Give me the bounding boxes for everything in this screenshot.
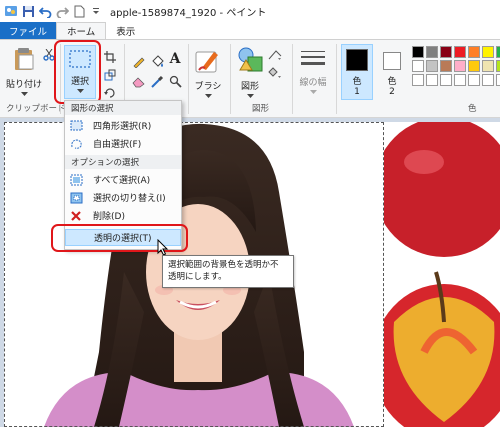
tooltip: 選択範囲の背景色を透明か不 透明にします。 — [162, 255, 294, 288]
menu-item-invert-selection[interactable]: 選択の切り替え(I) — [65, 189, 181, 206]
paint-app-icon — [4, 4, 18, 18]
brush-label: ブラシ — [194, 82, 222, 92]
shapes-group-label: 図形 — [252, 104, 270, 114]
palette-swatch[interactable] — [496, 74, 500, 86]
menu-item-rect-select[interactable]: 四角形選択(R) — [65, 117, 181, 134]
divider — [336, 44, 337, 114]
window-title: apple-1589874_1920 - ペイント — [110, 7, 267, 19]
divider — [292, 44, 293, 114]
menu-item-label: 自由選択(F) — [93, 140, 142, 150]
tooltip-line1: 選択範囲の背景色を透明か不 — [168, 260, 279, 270]
line-width-icon — [299, 48, 327, 73]
tab-view[interactable]: 表示 — [106, 22, 145, 39]
chevron-down-icon — [204, 92, 212, 102]
paste-label: 貼り付け — [6, 80, 43, 90]
shapes-icon — [236, 46, 264, 77]
menu-header-options: オプションの選択 — [65, 155, 181, 169]
chevron-down-icon — [309, 88, 317, 98]
tooltip-line2: 透明にします。 — [168, 272, 227, 282]
title-bar: apple-1589874_1920 - ペイント — [0, 0, 500, 22]
chevron-down-icon — [246, 92, 254, 102]
eraser-icon[interactable] — [131, 74, 145, 88]
invert-selection-icon — [69, 191, 83, 205]
rotate-icon[interactable] — [103, 86, 117, 100]
color2-num: 2 — [389, 87, 395, 97]
menu-item-label: 選択の切り替え(I) — [93, 194, 166, 204]
free-select-icon — [69, 137, 83, 151]
clipboard-icon — [12, 46, 36, 75]
divider — [230, 44, 231, 114]
palette-swatch[interactable] — [412, 60, 424, 72]
menu-item-free-select[interactable]: 自由選択(F) — [65, 135, 181, 152]
divider — [188, 44, 189, 114]
palette-swatch[interactable] — [440, 60, 452, 72]
line-width-button[interactable]: 線の幅 — [299, 48, 327, 98]
save-icon[interactable] — [21, 4, 35, 18]
palette-swatch[interactable] — [468, 74, 480, 86]
quick-access-dropdown-icon[interactable] — [89, 4, 103, 18]
palette-swatch[interactable] — [412, 46, 424, 58]
tab-file[interactable]: ファイル — [0, 22, 57, 39]
new-file-icon[interactable] — [72, 4, 86, 18]
paste-button[interactable]: 貼り付け — [6, 46, 42, 100]
palette-swatch[interactable] — [426, 46, 438, 58]
brush-icon — [194, 46, 222, 77]
palette-swatch[interactable] — [454, 46, 466, 58]
fill-icon[interactable] — [150, 54, 164, 68]
tab-home[interactable]: ホーム — [56, 22, 107, 39]
brush-button[interactable]: ブラシ — [194, 46, 222, 102]
menu-header-shape-select: 図形の選択 — [65, 101, 181, 115]
color1-button[interactable]: 色 1 — [341, 44, 373, 100]
line-width-label: 線の幅 — [299, 78, 327, 88]
select-all-icon — [69, 173, 83, 187]
ribbon-tabs: ファイル ホーム 表示 — [0, 22, 500, 39]
palette-swatch[interactable] — [454, 74, 466, 86]
color1-label: 色 — [352, 77, 362, 87]
menu-item-delete[interactable]: 削除(D) — [65, 207, 181, 224]
palette-swatch[interactable] — [440, 74, 452, 86]
color1-num: 1 — [354, 87, 360, 97]
palette-swatch[interactable] — [496, 60, 500, 72]
pencil-icon[interactable] — [131, 54, 145, 68]
undo-icon[interactable] — [38, 4, 52, 18]
color2-swatch — [383, 52, 401, 70]
shapes-button[interactable]: 図形 — [236, 46, 264, 102]
palette-swatch[interactable] — [482, 46, 494, 58]
shapes-label: 図形 — [240, 82, 259, 92]
color1-swatch — [346, 49, 368, 71]
menu-item-label: 四角形選択(R) — [93, 122, 152, 132]
menu-item-label: すべて選択(A) — [93, 176, 151, 186]
outline-icon[interactable] — [268, 48, 282, 62]
photo-apples — [384, 122, 500, 427]
text-icon[interactable]: A — [168, 51, 182, 67]
palette-swatch[interactable] — [496, 46, 500, 58]
palette-swatch[interactable] — [468, 46, 480, 58]
magnifier-icon[interactable] — [168, 74, 182, 88]
palette-swatch[interactable] — [426, 60, 438, 72]
menu-item-label: 削除(D) — [93, 212, 125, 222]
crop-icon[interactable] — [103, 50, 117, 64]
palette-swatch[interactable] — [426, 74, 438, 86]
palette-swatch[interactable] — [468, 60, 480, 72]
palette-swatch[interactable] — [482, 60, 494, 72]
palette-swatch[interactable] — [412, 74, 424, 86]
chevron-down-icon — [20, 90, 28, 100]
palette-swatch[interactable] — [440, 46, 452, 58]
highlight-select-button — [54, 40, 101, 104]
palette-swatch[interactable] — [482, 74, 494, 86]
color2-label: 色 — [387, 77, 397, 87]
palette-swatch[interactable] — [454, 60, 466, 72]
color-picker-icon[interactable] — [150, 74, 164, 88]
resize-icon[interactable] — [103, 68, 117, 82]
shape-fill-icon[interactable] — [268, 66, 282, 80]
delete-icon — [69, 209, 83, 223]
clipboard-group-label: クリップボード — [6, 104, 66, 114]
redo-icon[interactable] — [55, 4, 69, 18]
menu-item-select-all[interactable]: すべて選択(A) — [65, 171, 181, 188]
rect-select-icon — [69, 119, 83, 133]
colors-group-label: 色 — [468, 104, 477, 114]
color2-button[interactable]: 色 2 — [377, 44, 407, 100]
